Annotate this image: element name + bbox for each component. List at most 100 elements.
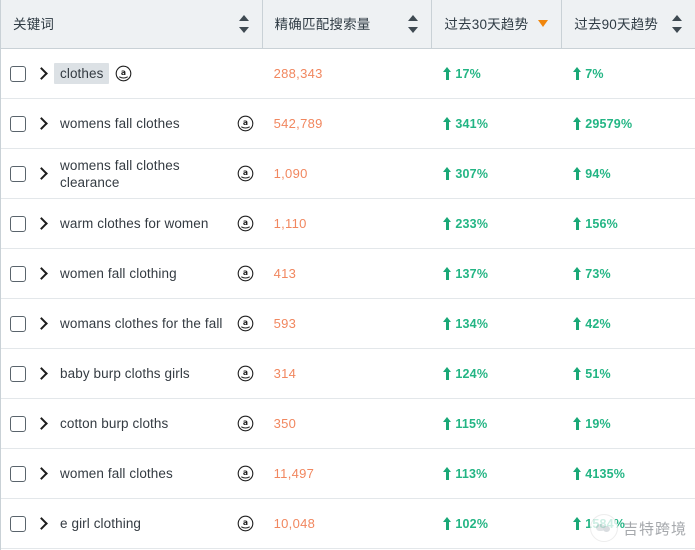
arrow-up-icon [573, 117, 583, 130]
chevron-right-icon[interactable] [33, 115, 51, 133]
arrow-up-icon [443, 317, 453, 330]
amazon-icon[interactable]: a [237, 315, 254, 332]
row-select-checkbox[interactable] [10, 115, 26, 132]
row-select-checkbox[interactable] [10, 465, 26, 482]
cell-trend-90d: 1584% [561, 499, 695, 548]
trend-90d-value: 94% [573, 167, 611, 181]
trend-30d-value: 233% [443, 217, 488, 231]
trend-90d-text: 29579% [585, 116, 633, 131]
trend-90d-text: 73% [585, 266, 611, 281]
arrow-up-icon [443, 117, 453, 130]
search-volume-value: 11,497 [273, 466, 315, 481]
chevron-right-icon[interactable] [33, 165, 51, 183]
table-row[interactable]: cotton burp cloths a 350 115% 19% [1, 399, 695, 449]
row-select-checkbox[interactable] [10, 265, 26, 282]
search-volume-value: 542,789 [273, 116, 323, 131]
keyword-text: womens fall clothes clearance [60, 157, 180, 190]
column-header-trend90[interactable]: 过去90天趋势 [561, 0, 695, 48]
chevron-right-icon[interactable] [33, 415, 51, 433]
amazon-icon[interactable]: a [237, 215, 254, 232]
row-select-checkbox[interactable] [10, 365, 26, 382]
chevron-right-icon[interactable] [33, 65, 51, 83]
keyword-research-table: 关键词 精确匹配搜索量 过去30天趋势 过去90天趋势 clothes a 288,… [0, 0, 695, 550]
trend-30d-value: 17% [443, 67, 481, 81]
table-row[interactable]: womans clothes for the fall a 593 134% 42% [1, 299, 695, 349]
cell-trend-90d: 29579% [561, 99, 695, 148]
cell-keyword: cotton burp cloths a [1, 399, 262, 448]
cell-trend-30d: 115% [431, 399, 561, 448]
arrow-up-icon [573, 317, 583, 330]
table-row[interactable]: womens fall clothes a 542,789 341% 29579% [1, 99, 695, 149]
table-row[interactable]: women fall clothes a 11,497 113% 4135% [1, 449, 695, 499]
cell-search-volume: 542,789 [262, 99, 432, 148]
sort-toggle-trend90-icon[interactable] [672, 14, 683, 34]
trend-90d-text: 4135% [585, 466, 626, 481]
chevron-right-icon[interactable] [33, 365, 51, 383]
amazon-icon[interactable]: a [237, 465, 254, 482]
chevron-right-icon[interactable] [33, 315, 51, 333]
trend-90d-text: 156% [585, 216, 618, 231]
table-row[interactable]: e girl clothing a 10,048 102% 1584% [1, 499, 695, 549]
cell-trend-30d: 233% [431, 199, 561, 248]
amazon-icon[interactable]: a [237, 115, 254, 132]
row-select-checkbox[interactable] [10, 65, 26, 82]
cell-trend-30d: 113% [431, 449, 561, 498]
search-volume-value: 413 [273, 266, 297, 281]
cell-trend-90d: 156% [561, 199, 695, 248]
arrow-up-icon [573, 67, 583, 80]
column-header-keyword[interactable]: 关键词 [1, 0, 262, 48]
cell-trend-90d: 4135% [561, 449, 695, 498]
keyword-text: baby burp cloths girls [60, 366, 190, 381]
trend-30d-text: 115% [455, 416, 488, 431]
cell-keyword: womens fall clothes a [1, 99, 262, 148]
search-volume-value: 10,048 [273, 516, 316, 531]
sort-descending-trend30-icon[interactable] [538, 14, 549, 34]
chevron-right-icon[interactable] [33, 265, 51, 283]
table-body: clothes a 288,343 17% 7% womens fall clothes a… [1, 49, 695, 549]
keyword-text: women fall clothes [60, 466, 173, 481]
table-row[interactable]: warm clothes for women a 1,110 233% 156% [1, 199, 695, 249]
row-select-checkbox[interactable] [10, 515, 26, 532]
table-row[interactable]: baby burp cloths girls a 314 124% 51% [1, 349, 695, 399]
svg-text:a: a [121, 68, 126, 77]
amazon-icon[interactable]: a [115, 65, 132, 82]
cell-trend-30d: 307% [431, 149, 561, 198]
arrow-up-icon [443, 517, 453, 530]
amazon-icon[interactable]: a [237, 415, 254, 432]
chevron-right-icon[interactable] [33, 465, 51, 483]
cell-trend-30d: 134% [431, 299, 561, 348]
cell-keyword: women fall clothing a [1, 249, 262, 298]
trend-30d-value: 113% [443, 467, 487, 481]
amazon-icon[interactable]: a [237, 515, 254, 532]
search-volume-value: 314 [273, 366, 297, 381]
table-header-row: 关键词 精确匹配搜索量 过去30天趋势 过去90天趋势 [1, 0, 695, 49]
sort-toggle-volume-icon[interactable] [408, 14, 419, 34]
amazon-icon[interactable]: a [237, 165, 254, 182]
cell-trend-90d: 51% [561, 349, 695, 398]
row-select-checkbox[interactable] [10, 315, 26, 332]
sort-toggle-keyword-icon[interactable] [238, 14, 250, 34]
trend-30d-text: 341% [455, 116, 489, 131]
amazon-icon[interactable]: a [237, 265, 254, 282]
amazon-icon[interactable]: a [237, 365, 254, 382]
trend-90d-value: 156% [573, 217, 618, 231]
table-row[interactable]: women fall clothing a 413 137% 73% [1, 249, 695, 299]
cell-search-volume: 10,048 [262, 499, 432, 548]
cell-search-volume: 593 [262, 299, 432, 348]
chevron-right-icon[interactable] [33, 515, 51, 533]
column-header-volume-label: 精确匹配搜索量 [274, 16, 371, 32]
svg-text:a: a [243, 518, 248, 527]
table-row[interactable]: clothes a 288,343 17% 7% [1, 49, 695, 99]
arrow-up-icon [443, 67, 453, 80]
chevron-right-icon[interactable] [33, 215, 51, 233]
cell-search-volume: 1,110 [262, 199, 432, 248]
column-header-volume[interactable]: 精确匹配搜索量 [261, 0, 432, 48]
svg-text:a: a [243, 118, 248, 127]
column-header-trend30[interactable]: 过去30天趋势 [431, 0, 561, 48]
table-row[interactable]: womens fall clothes clearance a 1,090 307% 9… [1, 149, 695, 199]
trend-90d-value: 7% [573, 67, 603, 81]
arrow-up-icon [443, 167, 453, 180]
row-select-checkbox[interactable] [10, 215, 26, 232]
row-select-checkbox[interactable] [10, 415, 26, 432]
row-select-checkbox[interactable] [10, 165, 26, 182]
